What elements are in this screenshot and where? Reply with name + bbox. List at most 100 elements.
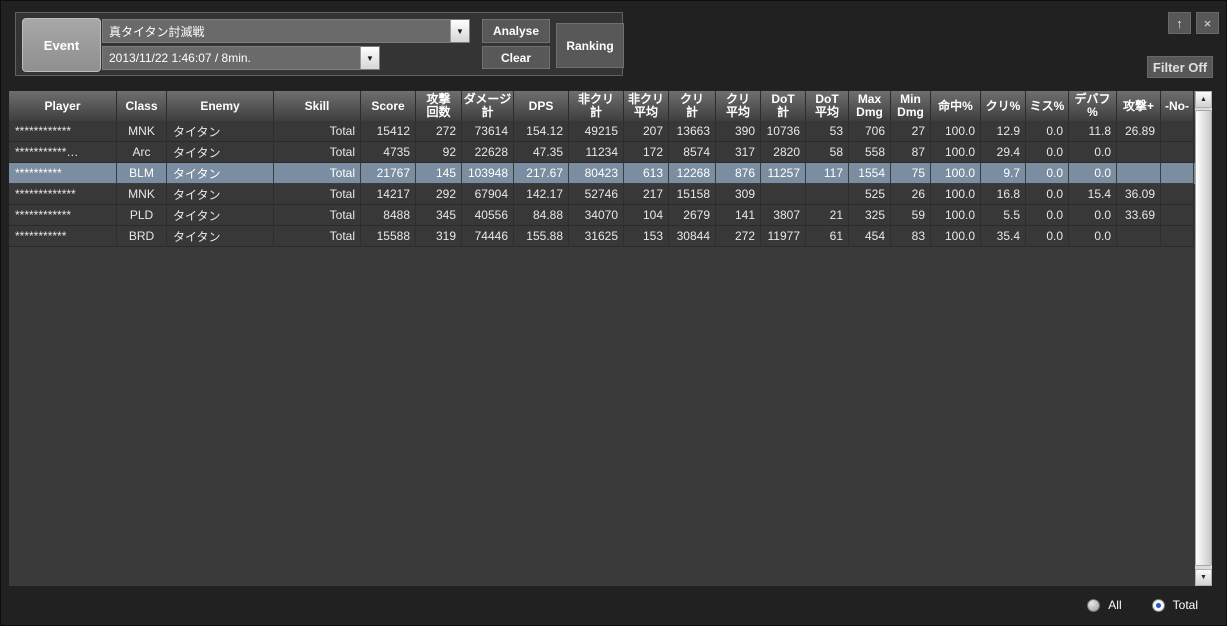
chevron-down-icon[interactable]: ▼ (450, 20, 469, 42)
table-cell: 87 (891, 142, 931, 163)
column-header[interactable]: 非クリ 計 (569, 91, 624, 121)
radio-icon[interactable] (1087, 598, 1101, 612)
all-radio[interactable]: All (1087, 598, 1122, 612)
column-header[interactable]: クリ 計 (669, 91, 716, 121)
time-select[interactable]: 2013/11/22 1:46:07 / 8min. ▼ (102, 46, 380, 70)
column-header[interactable]: Min Dmg (891, 91, 931, 121)
close-icon[interactable]: × (1196, 12, 1219, 34)
table-row[interactable]: ************ MNK タイタン Total 15412 272 73614 154… (9, 121, 1195, 142)
table-cell: 0.0 (1026, 163, 1069, 184)
table-cell: PLD (117, 205, 167, 226)
column-header[interactable]: 攻撃 回数 (416, 91, 462, 121)
table-cell: 390 (716, 121, 761, 142)
column-header[interactable]: ミス% (1026, 91, 1069, 121)
total-radio[interactable]: Total (1151, 598, 1198, 612)
table-cell: 27 (891, 121, 931, 142)
column-header[interactable]: Enemy (167, 91, 274, 121)
table-cell: 8574 (669, 142, 716, 163)
table-cell: 100.0 (931, 184, 981, 205)
table-cell: ***********… (9, 142, 117, 163)
table-cell: 0.0 (1026, 205, 1069, 226)
column-header[interactable]: クリ% (981, 91, 1026, 121)
table-cell: 59 (891, 205, 931, 226)
table-cell: 80423 (569, 163, 624, 184)
chevron-down-icon[interactable]: ▼ (360, 47, 379, 69)
table-cell: 0.0 (1026, 226, 1069, 247)
table-cell: *********** (9, 226, 117, 247)
column-header[interactable]: デバフ % (1069, 91, 1117, 121)
table-cell: タイタン (167, 142, 274, 163)
scroll-down-icon[interactable]: ▼ (1195, 569, 1212, 586)
radio-icon[interactable] (1151, 598, 1165, 612)
time-select-value: 2013/11/22 1:46:07 / 8min. (109, 51, 251, 65)
table-cell: タイタン (167, 184, 274, 205)
table-row[interactable]: ***********… Arc タイタン Total 4735 92 22628 47.35… (9, 142, 1195, 163)
event-select-value: 真タイタン討滅戦 (109, 24, 205, 39)
ranking-button[interactable]: Ranking (556, 23, 624, 68)
table-cell (1161, 163, 1194, 184)
total-radio-label: Total (1172, 598, 1198, 612)
table-cell: 100.0 (931, 163, 981, 184)
filter-off-button[interactable]: Filter Off (1147, 56, 1213, 78)
table-row[interactable]: ************ PLD タイタン Total 8488 345 40556 84.8… (9, 205, 1195, 226)
column-header[interactable]: 命中% (931, 91, 981, 121)
table-cell: 8488 (361, 205, 416, 226)
table-cell: 34070 (569, 205, 624, 226)
event-button[interactable]: Event (22, 18, 101, 72)
column-header[interactable]: Score (361, 91, 416, 121)
table-cell: 14217 (361, 184, 416, 205)
table-cell (761, 184, 806, 205)
vertical-scrollbar[interactable]: ▲ ▼ (1195, 91, 1212, 586)
table-cell: 217.67 (514, 163, 569, 184)
column-header[interactable]: ダメージ 計 (462, 91, 514, 121)
table-cell: 33.69 (1117, 205, 1161, 226)
column-header[interactable]: Player (9, 91, 117, 121)
table-row[interactable]: ************* MNK タイタン Total 14217 292 67904 14… (9, 184, 1195, 205)
table-row[interactable]: ********** BLM タイタン Total 21767 145 103948 217.… (9, 163, 1195, 184)
table-cell (806, 184, 849, 205)
column-header[interactable]: Skill (274, 91, 361, 121)
table-cell: 876 (716, 163, 761, 184)
table-cell (1117, 226, 1161, 247)
column-header[interactable]: DoT 平均 (806, 91, 849, 121)
table-cell: 0.0 (1069, 226, 1117, 247)
table-cell: タイタン (167, 205, 274, 226)
column-header[interactable]: DPS (514, 91, 569, 121)
table-cell: 155.88 (514, 226, 569, 247)
table-cell: Total (274, 163, 361, 184)
table-cell: 61 (806, 226, 849, 247)
column-header[interactable]: クリ 平均 (716, 91, 761, 121)
table-cell: Total (274, 226, 361, 247)
table-cell: MNK (117, 121, 167, 142)
table-cell: 317 (716, 142, 761, 163)
event-select[interactable]: 真タイタン討滅戦 ▼ (102, 19, 470, 43)
scroll-up-icon[interactable]: ▲ (1195, 91, 1212, 108)
column-header[interactable]: DoT 計 (761, 91, 806, 121)
table-cell: 9.7 (981, 163, 1026, 184)
table-cell: 83 (891, 226, 931, 247)
column-header[interactable]: 非クリ 平均 (624, 91, 669, 121)
clear-button[interactable]: Clear (482, 46, 550, 69)
window-up-button[interactable]: ↑ (1168, 12, 1191, 34)
table-cell: 1554 (849, 163, 891, 184)
table-cell: 11257 (761, 163, 806, 184)
column-header[interactable]: Class (117, 91, 167, 121)
table-cell: 292 (416, 184, 462, 205)
table-cell: 12.9 (981, 121, 1026, 142)
analyse-button[interactable]: Analyse (482, 19, 550, 43)
table-cell: 15412 (361, 121, 416, 142)
table-cell: 454 (849, 226, 891, 247)
table-cell: 10736 (761, 121, 806, 142)
column-header[interactable]: Max Dmg (849, 91, 891, 121)
table-cell: 73614 (462, 121, 514, 142)
column-header[interactable]: 攻撃+ (1117, 91, 1161, 121)
table-cell: 13663 (669, 121, 716, 142)
table-row[interactable]: *********** BRD タイタン Total 15588 319 74446 155.… (9, 226, 1195, 247)
column-header[interactable]: -No- (1161, 91, 1194, 121)
table-cell: 100.0 (931, 121, 981, 142)
table-cell: BRD (117, 226, 167, 247)
table-cell: 21767 (361, 163, 416, 184)
table-cell: 207 (624, 121, 669, 142)
scrollbar-thumb[interactable] (1195, 110, 1212, 566)
table-cell: 84.88 (514, 205, 569, 226)
